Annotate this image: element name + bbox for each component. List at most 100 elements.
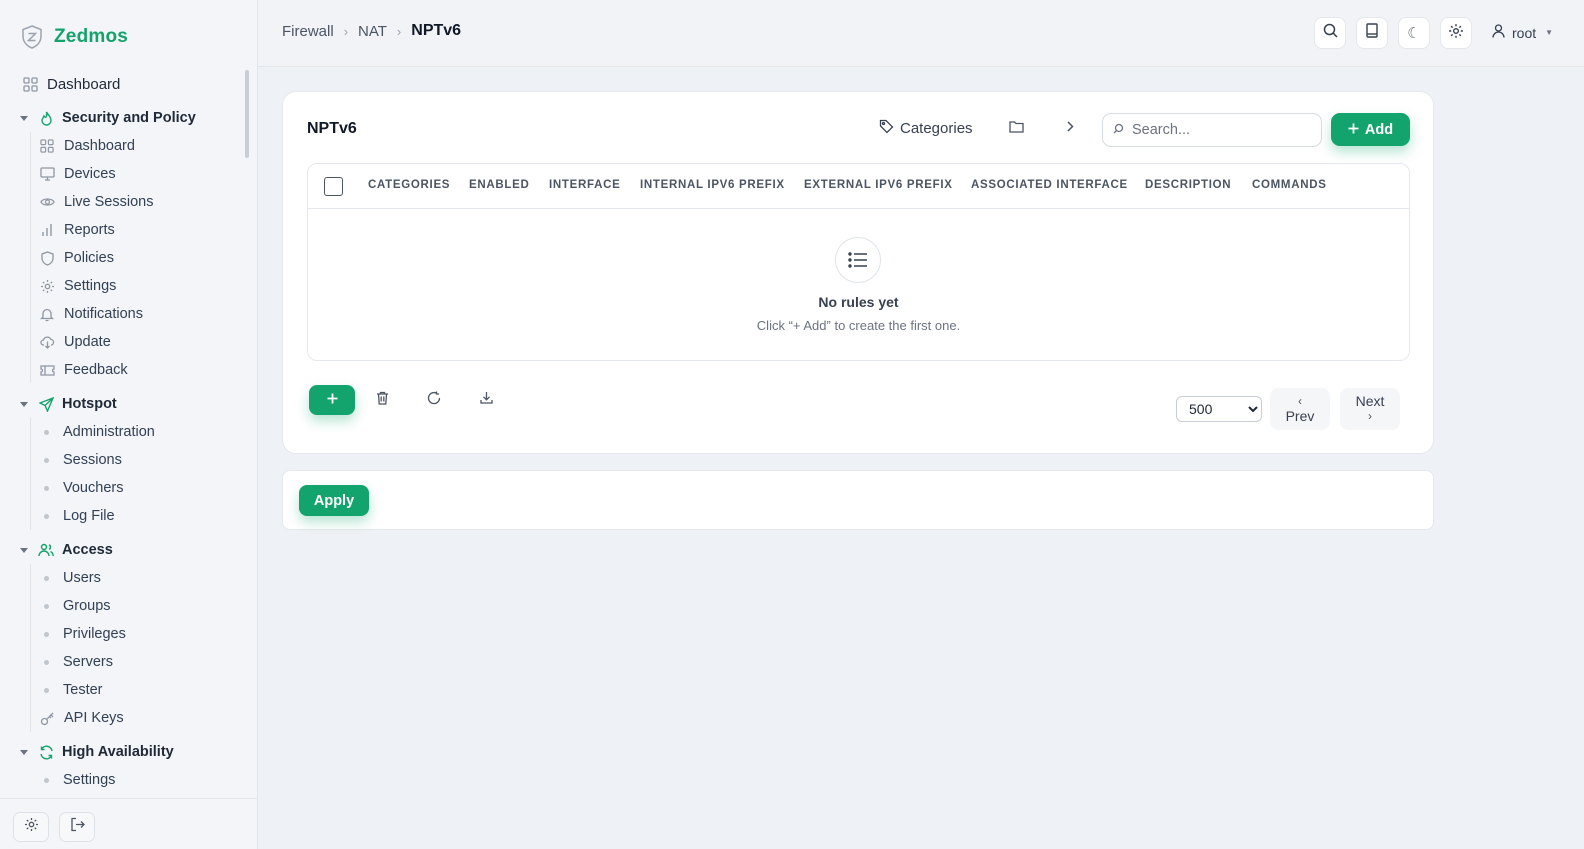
sidebar-item-ha-settings[interactable]: Settings bbox=[0, 766, 245, 790]
topbar: Firewall › NAT › NPTv6 ☾ root ▼ bbox=[258, 0, 1584, 67]
caret-down-icon bbox=[20, 749, 28, 755]
sidebar-item-tester[interactable]: Tester bbox=[0, 676, 245, 704]
sidebar-item-api-keys[interactable]: API Keys bbox=[0, 704, 245, 732]
refresh-icon bbox=[427, 391, 441, 410]
search-button[interactable] bbox=[1314, 17, 1346, 49]
sidebar-item-administration[interactable]: Administration bbox=[0, 418, 245, 446]
sidebar-item-label: Notifications bbox=[64, 306, 143, 322]
sidebar-scrollbar[interactable] bbox=[245, 70, 249, 158]
select-all-checkbox[interactable] bbox=[324, 177, 343, 196]
bullet-dot bbox=[44, 777, 49, 783]
gear-icon bbox=[24, 817, 39, 837]
expand-button[interactable] bbox=[1065, 120, 1075, 138]
settings-button[interactable] bbox=[13, 812, 49, 842]
sidebar-item-label: Devices bbox=[64, 166, 116, 182]
sidebar-item-label: Administration bbox=[63, 424, 155, 440]
sidebar-item-users[interactable]: Users bbox=[0, 564, 245, 592]
sidebar-item-settings[interactable]: Settings bbox=[0, 272, 245, 300]
sidebar-item-label: Groups bbox=[63, 598, 111, 614]
section-access[interactable]: Access bbox=[0, 536, 245, 564]
column-internal-ipv6-prefix[interactable]: INTERNAL IPV6 PREFIX bbox=[640, 179, 785, 191]
column-interface[interactable]: INTERFACE bbox=[549, 179, 620, 191]
prev-page-button[interactable]: ‹ Prev bbox=[1270, 388, 1330, 430]
bullet-dot bbox=[44, 603, 49, 609]
chevron-right-icon bbox=[1065, 120, 1075, 137]
sidebar-item-policies[interactable]: Policies bbox=[0, 244, 245, 272]
sidebar-item-dashboard[interactable]: Dashboard bbox=[0, 70, 245, 98]
user-name: root bbox=[1512, 24, 1537, 41]
bullet-dot bbox=[44, 631, 49, 637]
add-row-button[interactable] bbox=[309, 385, 355, 415]
sidebar-item-groups[interactable]: Groups bbox=[0, 592, 245, 620]
folder-button[interactable] bbox=[1009, 120, 1024, 138]
sidebar-item-label: Reports bbox=[64, 222, 115, 238]
grid-icon bbox=[39, 138, 55, 154]
users-icon bbox=[38, 542, 54, 558]
gear-icon bbox=[39, 278, 55, 294]
refresh-button[interactable] bbox=[421, 387, 447, 413]
sidebar-item-live-sessions[interactable]: Live Sessions bbox=[0, 188, 245, 216]
sidebar-item-reports[interactable]: Reports bbox=[0, 216, 245, 244]
delete-button[interactable] bbox=[369, 387, 395, 413]
plus-icon bbox=[1348, 122, 1359, 138]
column-categories[interactable]: CATEGORIES bbox=[368, 179, 450, 191]
sidebar-item-label: Vouchers bbox=[63, 480, 124, 496]
search-input[interactable] bbox=[1132, 122, 1302, 138]
logout-button[interactable] bbox=[59, 812, 95, 842]
brand[interactable]: Zedmos bbox=[20, 22, 128, 52]
sidebar-item-sp-dashboard[interactable]: Dashboard bbox=[0, 132, 245, 160]
bullet-dot bbox=[44, 429, 49, 435]
add-button[interactable]: Add bbox=[1331, 113, 1410, 146]
section-hotspot[interactable]: Hotspot bbox=[0, 390, 245, 418]
section-security-and-policy[interactable]: Security and Policy bbox=[0, 104, 245, 132]
sidebar-item-sessions[interactable]: Sessions bbox=[0, 446, 245, 474]
next-page-button[interactable]: Next › bbox=[1340, 388, 1400, 430]
sidebar-item-feedback[interactable]: Feedback bbox=[0, 356, 245, 384]
sidebar-item-servers[interactable]: Servers bbox=[0, 648, 245, 676]
docs-button[interactable] bbox=[1356, 17, 1388, 49]
sidebar-item-label: Tester bbox=[63, 682, 103, 698]
download-icon bbox=[479, 391, 493, 409]
search-box[interactable] bbox=[1102, 113, 1322, 147]
sidebar-item-label: Dashboard bbox=[64, 138, 135, 154]
flame-icon bbox=[38, 110, 54, 126]
send-icon bbox=[38, 396, 54, 412]
sidebar-item-log-file[interactable]: Log File bbox=[0, 502, 245, 530]
sidebar-item-vouchers[interactable]: Vouchers bbox=[0, 474, 245, 502]
page-size-select[interactable]: 500 bbox=[1176, 396, 1262, 422]
sidebar-item-devices[interactable]: Devices bbox=[0, 160, 245, 188]
sidebar: Zedmos Dashboard Security and Policy Das… bbox=[0, 0, 258, 849]
caret-down-icon bbox=[20, 401, 28, 407]
empty-state-subtitle: Click “+ Add” to create the first one. bbox=[756, 318, 961, 333]
theme-toggle-button[interactable]: ☾ bbox=[1398, 17, 1430, 49]
column-external-ipv6-prefix[interactable]: EXTERNAL IPV6 PREFIX bbox=[804, 179, 953, 191]
sidebar-item-label: Policies bbox=[64, 250, 114, 266]
download-button[interactable] bbox=[473, 387, 499, 413]
column-enabled[interactable]: ENABLED bbox=[469, 179, 530, 191]
rules-table: CATEGORIES ENABLED INTERFACE INTERNAL IP… bbox=[307, 163, 1410, 361]
user-menu[interactable]: root ▼ bbox=[1492, 24, 1553, 41]
search-icon bbox=[1113, 121, 1124, 139]
sidebar-item-update[interactable]: Update bbox=[0, 328, 245, 356]
user-icon bbox=[1492, 24, 1505, 41]
categories-label: Categories bbox=[900, 120, 973, 137]
section-high-availability[interactable]: High Availability bbox=[0, 738, 245, 766]
sidebar-item-notifications[interactable]: Notifications bbox=[0, 300, 245, 328]
column-description[interactable]: DESCRIPTION bbox=[1145, 179, 1231, 191]
categories-button[interactable]: Categories bbox=[879, 119, 973, 138]
column-associated-interface[interactable]: ASSOCIATED INTERFACE bbox=[971, 179, 1128, 191]
apply-button[interactable]: Apply bbox=[299, 485, 369, 516]
prev-label: Prev bbox=[1285, 408, 1315, 424]
sidebar-item-label: Settings bbox=[63, 772, 116, 788]
nptv6-card: NPTv6 Categories Add CATEGORIES ENABLED … bbox=[282, 91, 1434, 454]
breadcrumb-current: NPTv6 bbox=[411, 22, 462, 39]
breadcrumb-nat[interactable]: NAT bbox=[358, 23, 387, 40]
breadcrumb-firewall[interactable]: Firewall bbox=[282, 23, 334, 40]
table-header: CATEGORIES ENABLED INTERFACE INTERNAL IP… bbox=[308, 164, 1409, 209]
bullet-dot bbox=[44, 457, 49, 463]
chevron-left-icon: ‹ bbox=[1298, 394, 1302, 408]
settings-button[interactable] bbox=[1440, 17, 1472, 49]
cloud-download-icon bbox=[39, 334, 55, 350]
search-icon bbox=[1323, 23, 1338, 43]
sidebar-item-privileges[interactable]: Privileges bbox=[0, 620, 245, 648]
